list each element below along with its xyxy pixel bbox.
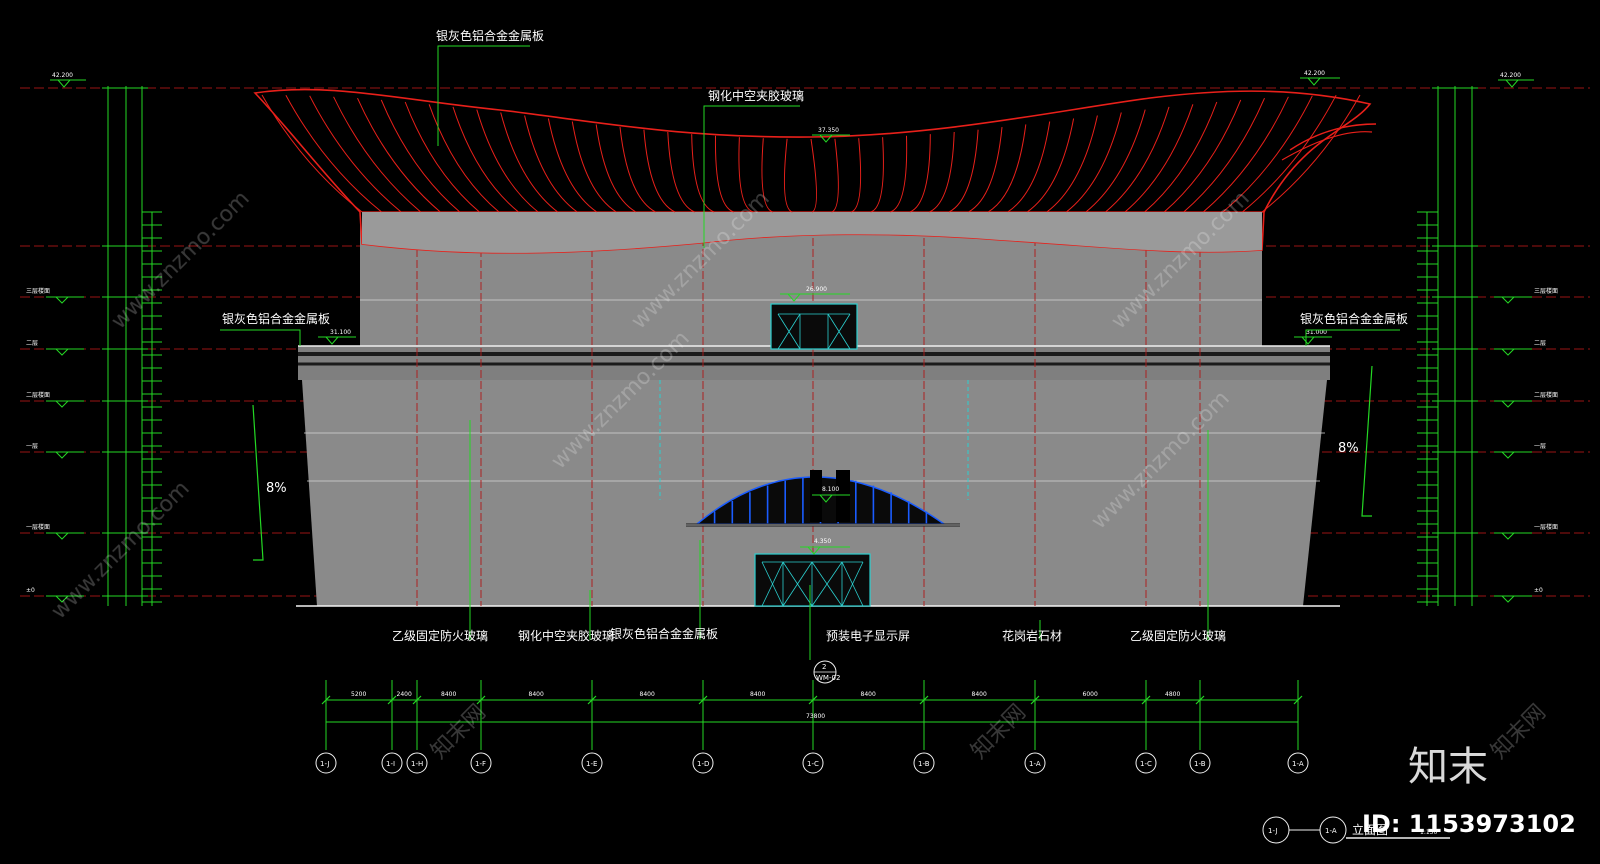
svg-text:知末网: 知末网 [1487, 700, 1551, 764]
left-level-marker [46, 532, 84, 540]
dim-value: 8400 [441, 691, 456, 698]
right-level-label: 一层 [1534, 443, 1546, 450]
cad-elevation-drawing: 8% 8% 42.200 42.200 42.200 37.350 26.900… [20, 28, 1590, 844]
axis-label: 1-C [807, 760, 819, 768]
title-axis-to: 1-A [1325, 827, 1337, 835]
left-level-label: 二层 [26, 340, 38, 347]
right-dimension-ladder [1426, 86, 1473, 606]
dim-value: 5200 [351, 691, 366, 698]
label-right-panel: 银灰色铝合金金属板 [1300, 311, 1408, 326]
svg-text:www.znzmo.com: www.znzmo.com [47, 476, 195, 624]
elev-roof-mid: 37.350 [818, 127, 839, 134]
label-bottom-5: 花岗岩石材 [1002, 628, 1062, 643]
label-bottom-6: 乙级固定防火玻璃 [1130, 628, 1226, 643]
right-level-marker [1494, 400, 1532, 408]
left-level-label: ±0 [26, 587, 35, 594]
svg-text:知末网: 知末网 [967, 700, 1031, 764]
slope-left: 8% [266, 481, 287, 496]
right-level-marker [1494, 595, 1532, 603]
axis-label: 1-F [475, 760, 486, 768]
axis-label: 1-E [586, 760, 597, 768]
right-level-label: 二层 [1534, 340, 1546, 347]
left-level-marker [46, 296, 84, 304]
axis-label: 1-A [1292, 760, 1304, 768]
right-level-label: 一层楼面 [1534, 523, 1558, 531]
section-mark [809, 606, 837, 684]
label-glass-top: 钢化中空夹胶玻璃 [708, 88, 804, 103]
right-level-label: ±0 [1534, 587, 1543, 594]
left-level-marker [46, 451, 84, 459]
total-dim: 73800 [806, 713, 825, 720]
dim-value: 8400 [640, 691, 655, 698]
upper-window [770, 303, 858, 350]
axis-label: 1-I [386, 760, 395, 768]
elev-window-top: 26.900 [806, 286, 827, 293]
dim-value: 4800 [1165, 691, 1180, 698]
right-level-marker [1494, 451, 1532, 459]
elev-arch: 8.100 [822, 486, 839, 493]
elev-roof-left: 42.200 [52, 72, 73, 79]
axis-label: 1-B [1194, 760, 1206, 768]
right-level-label: 三层楼面 [1534, 287, 1558, 295]
left-level-label: 一层楼面 [26, 523, 50, 531]
right-level-label: 二层楼面 [1534, 391, 1558, 399]
right-level-marker [1494, 348, 1532, 356]
label-bottom-4: 预装电子显示屏 [826, 629, 910, 643]
dim-value: 8400 [529, 691, 544, 698]
dim-value: 8400 [750, 691, 765, 698]
axis-label: 1-D [697, 760, 709, 768]
elev-door: 4.350 [814, 538, 831, 545]
dim-value: 8400 [972, 691, 987, 698]
main-door [754, 553, 871, 607]
right-level-marker [1494, 296, 1532, 304]
label-bottom-2: 钢化中空夹胶玻璃 [518, 628, 614, 643]
title-axis-from: 1-J [1268, 827, 1277, 835]
label-left-panel: 银灰色铝合金金属板 [222, 311, 330, 326]
watermark-id: ID: 1153973102 [1362, 810, 1576, 838]
section-number: 2 [822, 663, 826, 671]
elev-roof-right-2: 42.200 [1304, 70, 1325, 77]
dim-value: 8400 [861, 691, 876, 698]
watermark-logo: 知末 [1408, 744, 1488, 790]
left-level-marker [46, 348, 84, 356]
left-level-label: 一层 [26, 443, 38, 450]
label-bottom-1: 乙级固定防火玻璃 [392, 628, 488, 643]
dim-value: 2400 [397, 691, 412, 698]
left-level-marker [46, 400, 84, 408]
left-level-label: 二层楼面 [26, 391, 50, 399]
left-level-label: 三层楼面 [26, 287, 50, 295]
slope-right: 8% [1338, 441, 1359, 456]
section-sub: WM-02 [816, 674, 840, 682]
label-roof-top: 银灰色铝合金金属板 [436, 28, 544, 43]
elev-parapet-left: 31.100 [330, 329, 351, 336]
axis-label: 1-A [1029, 760, 1041, 768]
elev-roof-right: 42.200 [1500, 72, 1521, 79]
label-bottom-3: 银灰色铝合金金属板 [610, 626, 718, 641]
axis-label: 1-C [1140, 760, 1152, 768]
axis-label: 1-B [918, 760, 930, 768]
dim-value: 6000 [1083, 691, 1098, 698]
axis-label: 1-H [411, 760, 423, 768]
axis-label: 1-J [320, 760, 329, 768]
right-level-marker [1494, 532, 1532, 540]
